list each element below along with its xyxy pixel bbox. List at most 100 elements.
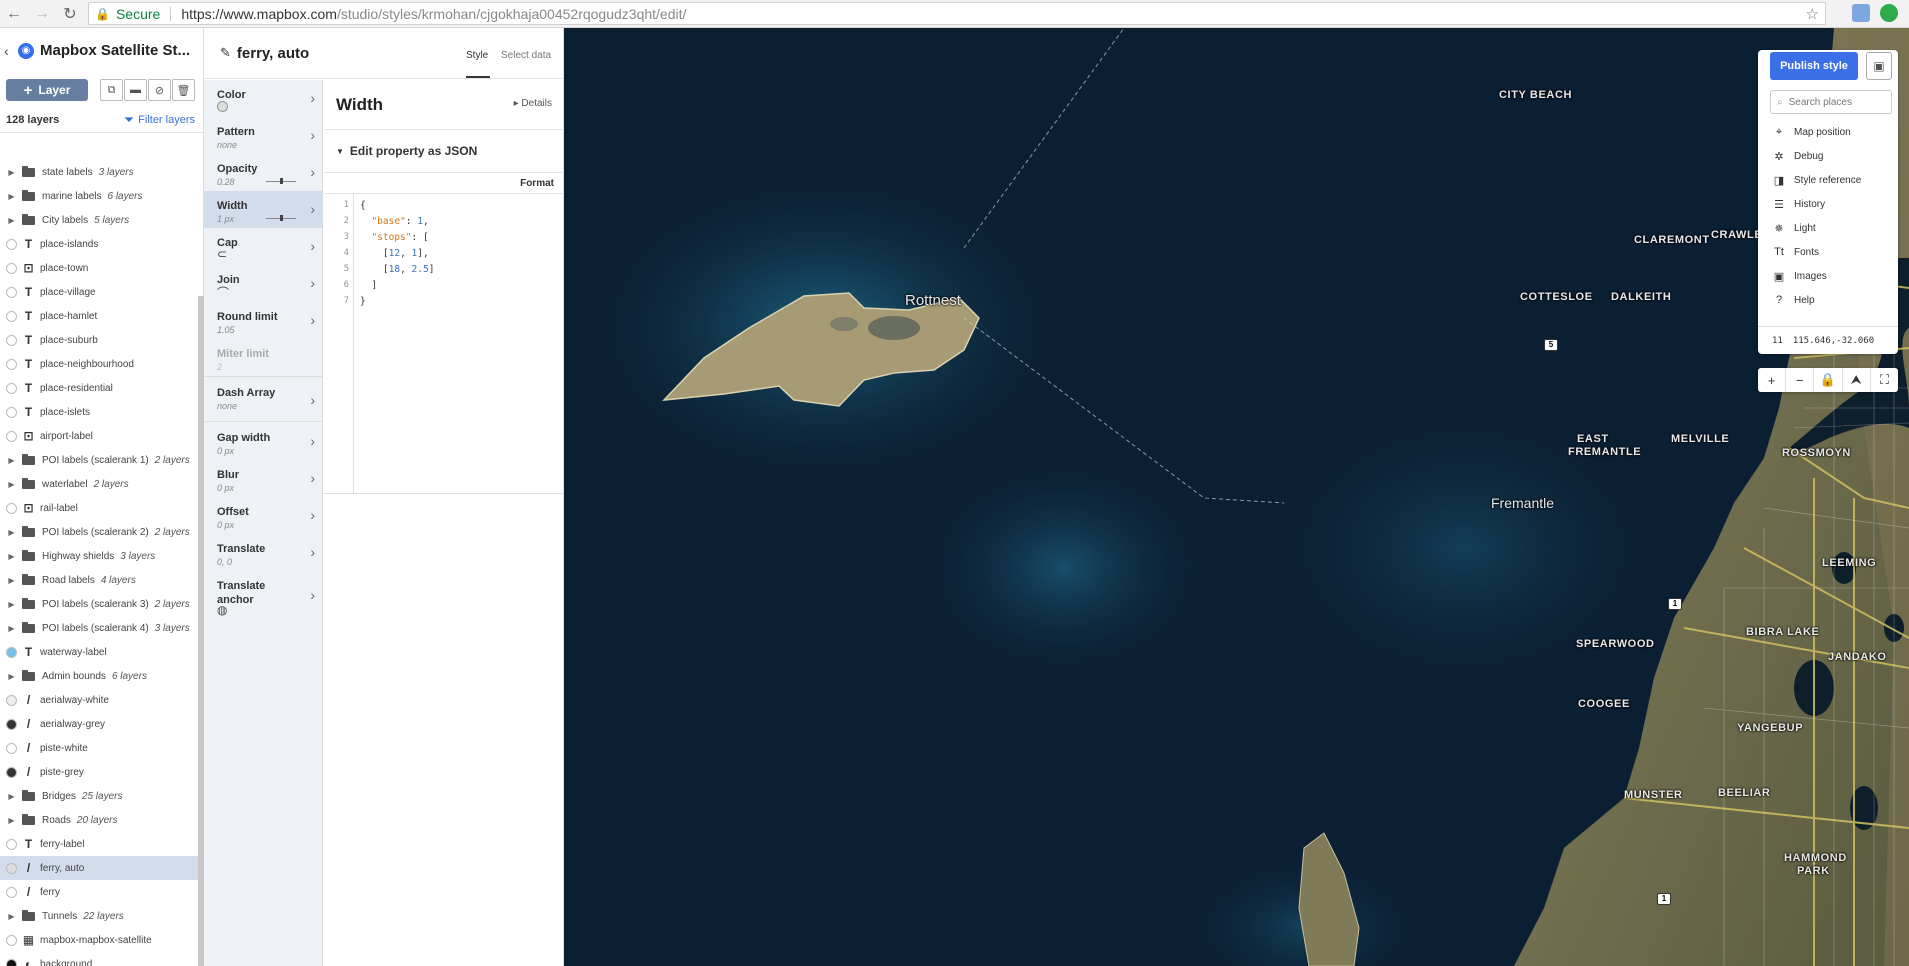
bookmark-star-icon[interactable]: ☆ <box>1806 5 1819 23</box>
save-icon[interactable]: ▣ <box>1866 52 1892 80</box>
property-offset[interactable]: Offset 0 px › <box>204 497 323 534</box>
group-layers-icon[interactable]: ▬ <box>124 79 147 101</box>
property-color[interactable]: Color › <box>204 80 323 117</box>
tool-history[interactable]: ☰ History <box>1772 195 1825 213</box>
layer-row[interactable]: / aerialway-grey <box>0 712 198 736</box>
layer-group-row[interactable]: ▶ Road labels 4 layers <box>0 568 198 592</box>
property-translate-anchor[interactable]: Translate anchor ◍ › <box>204 571 323 621</box>
property-opacity[interactable]: Opacity 0.28 › <box>204 154 323 191</box>
back-arrow-icon[interactable]: ← <box>0 0 28 28</box>
caret-right-icon[interactable]: ▶ <box>6 456 17 465</box>
caret-right-icon[interactable]: ▶ <box>6 624 17 633</box>
layer-row[interactable]: ⊡ rail-label <box>0 496 198 520</box>
hide-layer-icon[interactable]: ⊘ <box>148 79 171 101</box>
layer-group-row[interactable]: ▶ City labels 5 layers <box>0 208 198 232</box>
search-input[interactable] <box>1788 96 1879 108</box>
property-blur[interactable]: Blur 0 px › <box>204 460 323 497</box>
layer-row[interactable]: Tplace-neighbourhood <box>0 352 198 376</box>
layer-row[interactable]: Tplace-village <box>0 280 198 304</box>
json-code-editor[interactable]: 1234567 { "base": 1, "stops": [ [12, 1],… <box>324 194 564 494</box>
layer-group-row[interactable]: ▶ Admin bounds 6 layers <box>0 664 198 688</box>
reload-icon[interactable]: ↻ <box>56 0 84 28</box>
address-bar[interactable]: 🔒 Secure https://www.mapbox.com/studio/s… <box>88 2 1826 25</box>
add-layer-button[interactable]: + Layer <box>6 79 88 101</box>
map-canvas[interactable]: Rottnest Fremantle CITY BEACH CLAREMONT … <box>564 28 1909 966</box>
layer-group-row[interactable]: ▶ POI labels (scalerank 1) 2 layers <box>0 448 198 472</box>
caret-right-icon[interactable]: ▶ <box>6 912 17 921</box>
layer-row[interactable]: Tplace-suburb <box>0 328 198 352</box>
caret-right-icon[interactable]: ▶ <box>6 480 17 489</box>
style-name[interactable]: Mapbox Satellite St... <box>40 42 190 59</box>
caret-right-icon[interactable]: ▶ <box>6 792 17 801</box>
property-dash-array[interactable]: Dash Array none › <box>204 378 323 423</box>
caret-right-icon[interactable]: ▶ <box>6 816 17 825</box>
filter-layers-button[interactable]: ⏷ Filter layers <box>124 112 195 128</box>
chevron-left-icon[interactable]: ‹ <box>4 43 16 59</box>
compass-icon[interactable]: ⮝ <box>1843 368 1871 392</box>
layer-row[interactable]: Twaterway-label <box>0 640 198 664</box>
zoom-in-icon[interactable]: + <box>1758 368 1787 392</box>
tool-debug[interactable]: ✲ Debug <box>1772 147 1823 165</box>
layer-row[interactable]: ▦ mapbox-mapbox-satellite <box>0 928 198 952</box>
tool-images[interactable]: ▣ Images <box>1772 267 1827 285</box>
zoom-out-icon[interactable]: − <box>1786 368 1815 392</box>
layer-group-row[interactable]: ▶ Roads 20 layers <box>0 808 198 832</box>
publish-style-button[interactable]: Publish style <box>1770 52 1858 80</box>
caret-right-icon[interactable]: ▶ <box>6 528 17 537</box>
layer-row[interactable]: Tplace-hamlet <box>0 304 198 328</box>
caret-right-icon[interactable]: ▶ <box>6 576 17 585</box>
caret-right-icon[interactable]: ▶ <box>6 552 17 561</box>
layer-row[interactable]: / piste-grey <box>0 760 198 784</box>
layer-group-row[interactable]: ▶ state labels 3 layers <box>0 164 198 184</box>
tool-map-position[interactable]: ⌖ Map position <box>1772 123 1851 141</box>
forward-arrow-icon[interactable]: → <box>28 0 56 28</box>
tool-style-reference[interactable]: ◨ Style reference <box>1772 171 1861 189</box>
caret-right-icon[interactable]: ▶ <box>6 672 17 681</box>
fullscreen-icon[interactable]: ⛶ <box>1871 368 1898 392</box>
layer-group-row[interactable]: ▶ waterlabel 2 layers <box>0 472 198 496</box>
caret-right-icon[interactable]: ▶ <box>6 168 17 177</box>
property-translate[interactable]: Translate 0, 0 › <box>204 534 323 571</box>
property-join[interactable]: Join ⌒ › <box>204 265 323 302</box>
layer-row[interactable]: Tplace-residential <box>0 376 198 400</box>
layer-row[interactable]: Tplace-islets <box>0 400 198 424</box>
layer-group-row[interactable]: ▶ marine labels 6 layers <box>0 184 198 208</box>
format-button[interactable]: Format <box>520 178 554 189</box>
layer-group-row[interactable]: ▶ Highway shields 3 layers <box>0 544 198 568</box>
layer-row[interactable]: Tplace-islands <box>0 232 198 256</box>
extension-doc-icon[interactable] <box>1852 4 1870 22</box>
trash-icon[interactable]: 🗑 <box>172 79 195 101</box>
property-cap[interactable]: Cap ⊂ › <box>204 228 323 265</box>
layer-row[interactable]: ⊡ airport-label <box>0 424 198 448</box>
tab-select-data[interactable]: Select data <box>501 50 551 61</box>
tool-help[interactable]: ? Help <box>1772 291 1815 309</box>
layer-group-row[interactable]: ▶ Tunnels 22 layers <box>0 904 198 928</box>
tool-fonts[interactable]: Tt Fonts <box>1772 243 1819 261</box>
layer-row[interactable]: / piste-white <box>0 736 198 760</box>
property-pattern[interactable]: Pattern none › <box>204 117 323 154</box>
details-toggle[interactable]: ▸ Details <box>514 98 552 109</box>
layer-row[interactable]: / ferry <box>0 880 198 904</box>
property-width[interactable]: Width 1 px › <box>204 191 323 228</box>
layer-title[interactable]: ferry, auto <box>237 45 309 62</box>
extension-green-icon[interactable] <box>1880 4 1898 22</box>
layer-group-row[interactable]: ▶ POI labels (scalerank 3) 2 layers <box>0 592 198 616</box>
layer-row[interactable]: ⊡ place-town <box>0 256 198 280</box>
property-gap-width[interactable]: Gap width 0 px › <box>204 423 323 460</box>
property-round-limit[interactable]: Round limit 1.05 › <box>204 302 323 339</box>
edit-json-toggle[interactable]: ▼ Edit property as JSON <box>324 130 564 172</box>
layer-group-row[interactable]: ▶ Bridges 25 layers <box>0 784 198 808</box>
lock-map-icon[interactable]: 🔒 <box>1814 368 1843 392</box>
tool-light[interactable]: ✵ Light <box>1772 219 1815 237</box>
layer-row[interactable]: / ferry, auto <box>0 856 198 880</box>
caret-right-icon[interactable]: ▶ <box>6 192 17 201</box>
layer-row[interactable]: Tferry-label <box>0 832 198 856</box>
caret-right-icon[interactable]: ▶ <box>6 216 17 225</box>
layer-group-row[interactable]: ▶ POI labels (scalerank 2) 2 layers <box>0 520 198 544</box>
duplicate-layer-icon[interactable]: ⧉ <box>100 79 123 101</box>
layer-row[interactable]: ◐ background <box>0 952 198 966</box>
tab-style[interactable]: Style <box>466 50 488 61</box>
layer-row[interactable]: / aerialway-white <box>0 688 198 712</box>
layer-group-row[interactable]: ▶ POI labels (scalerank 4) 3 layers <box>0 616 198 640</box>
caret-right-icon[interactable]: ▶ <box>6 600 17 609</box>
